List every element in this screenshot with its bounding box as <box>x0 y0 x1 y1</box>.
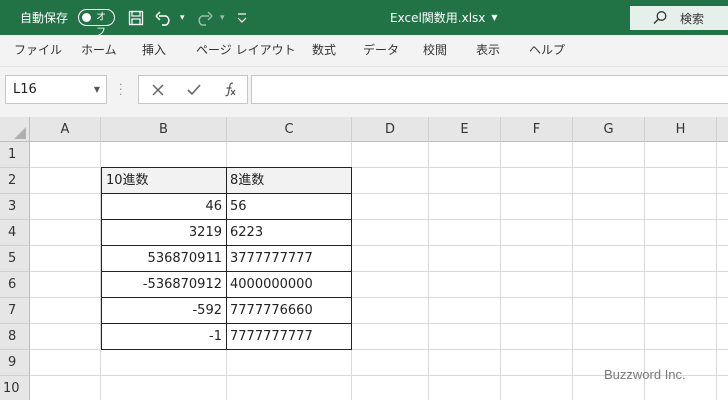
watermark: Buzzword Inc. <box>604 367 686 382</box>
tab-home[interactable]: ホーム <box>81 35 117 67</box>
gridline <box>428 142 429 400</box>
cancel-icon[interactable] <box>151 81 165 101</box>
document-filename: Excel関数用.xlsx <box>390 11 486 25</box>
row-header-1[interactable]: 1 <box>0 142 30 168</box>
cell-b3[interactable]: 46 <box>101 194 227 220</box>
formula-bar: L16 ▼ · · · <box>0 67 728 117</box>
cell-c6[interactable]: 4000000000 <box>227 272 352 298</box>
spreadsheet-grid[interactable]: A B C D E F G H 1 2 3 4 5 6 7 8 9 10 10進… <box>0 117 728 400</box>
gridline <box>572 142 573 400</box>
gridline <box>716 142 717 400</box>
formula-input[interactable] <box>251 75 728 104</box>
row-header-6[interactable]: 6 <box>0 272 30 298</box>
cell-c3[interactable]: 56 <box>227 194 352 220</box>
formula-bar-grip-icon[interactable]: · · · <box>119 79 123 100</box>
search-label: 検索 <box>680 12 705 26</box>
column-header-g[interactable]: G <box>573 117 645 142</box>
autosave-label: 自動保存 <box>20 11 69 25</box>
customize-quick-access-icon[interactable] <box>237 0 247 35</box>
column-header-h[interactable]: H <box>645 117 717 142</box>
cell-c8[interactable]: 7777777777 <box>227 324 352 350</box>
row-header-8[interactable]: 8 <box>0 324 30 350</box>
undo-dropdown-icon[interactable]: ▾ <box>180 0 185 35</box>
select-all-triangle-icon <box>14 127 26 139</box>
column-header-a[interactable]: A <box>30 117 101 142</box>
gridline <box>500 142 501 400</box>
title-chevron-down-icon: ▼ <box>491 13 498 22</box>
column-header-b[interactable]: B <box>101 117 227 142</box>
column-header-e[interactable]: E <box>429 117 501 142</box>
redo-dropdown-icon[interactable]: ▾ <box>220 0 225 35</box>
cell-b7[interactable]: -592 <box>101 298 227 324</box>
search-icon <box>652 10 668 30</box>
name-box-value: L16 <box>13 82 37 97</box>
undo-icon[interactable] <box>155 0 173 35</box>
cell-c5[interactable]: 3777777777 <box>227 246 352 272</box>
cell-b6[interactable]: -536870912 <box>101 272 227 298</box>
cell-b5[interactable]: 536870911 <box>101 246 227 272</box>
row-header-4[interactable]: 4 <box>0 220 30 246</box>
save-icon[interactable] <box>128 0 144 35</box>
gridline <box>644 142 645 400</box>
tab-formulas[interactable]: 数式 <box>312 35 336 67</box>
column-header-d[interactable]: D <box>352 117 429 142</box>
tab-review[interactable]: 校閲 <box>423 35 447 67</box>
row-header-5[interactable]: 5 <box>0 246 30 272</box>
name-box[interactable]: L16 ▼ <box>5 75 107 104</box>
tab-data[interactable]: データ <box>363 35 399 67</box>
toggle-knob <box>82 13 91 22</box>
tab-file[interactable]: ファイル <box>14 35 62 67</box>
cell-b2[interactable]: 10進数 <box>101 168 227 194</box>
row-header-7[interactable]: 7 <box>0 298 30 324</box>
redo-icon[interactable] <box>195 0 213 35</box>
column-header-c[interactable]: C <box>227 117 352 142</box>
column-headers: A B C D E F G H <box>0 117 728 142</box>
cell-b8[interactable]: -1 <box>101 324 227 350</box>
select-all-button[interactable] <box>0 117 30 142</box>
row-header-10[interactable]: 10 <box>0 376 30 400</box>
tab-help[interactable]: ヘルプ <box>529 35 565 67</box>
document-title[interactable]: Excel関数用.xlsx ▼ <box>390 0 498 35</box>
name-box-chevron-down-icon[interactable]: ▼ <box>94 85 100 94</box>
ribbon-tabs: ファイル ホーム 挿入 ページ レイアウト 数式 データ 校閲 表示 ヘルプ <box>0 35 728 67</box>
cell-c4[interactable]: 6223 <box>227 220 352 246</box>
cell-b4[interactable]: 3219 <box>101 220 227 246</box>
tab-view[interactable]: 表示 <box>476 35 500 67</box>
autosave-toggle[interactable]: オフ <box>78 9 115 38</box>
insert-function-icon[interactable] <box>221 81 237 101</box>
formula-buttons <box>138 75 248 104</box>
column-header-f[interactable]: F <box>501 117 573 142</box>
title-bar: 自動保存 オフ ▾ ▾ Excel関数用.xlsx ▼ 検索 <box>0 0 728 38</box>
tab-page-layout[interactable]: ページ レイアウト <box>196 35 296 67</box>
cell-c2[interactable]: 8進数 <box>227 168 352 194</box>
cell-c7[interactable]: 7777776660 <box>227 298 352 324</box>
enter-icon[interactable] <box>186 81 202 101</box>
row-header-3[interactable]: 3 <box>0 194 30 220</box>
row-header-2[interactable]: 2 <box>0 168 30 194</box>
row-header-9[interactable]: 9 <box>0 350 30 376</box>
tab-insert[interactable]: 挿入 <box>142 35 166 67</box>
search-box[interactable]: 検索 <box>630 6 728 30</box>
